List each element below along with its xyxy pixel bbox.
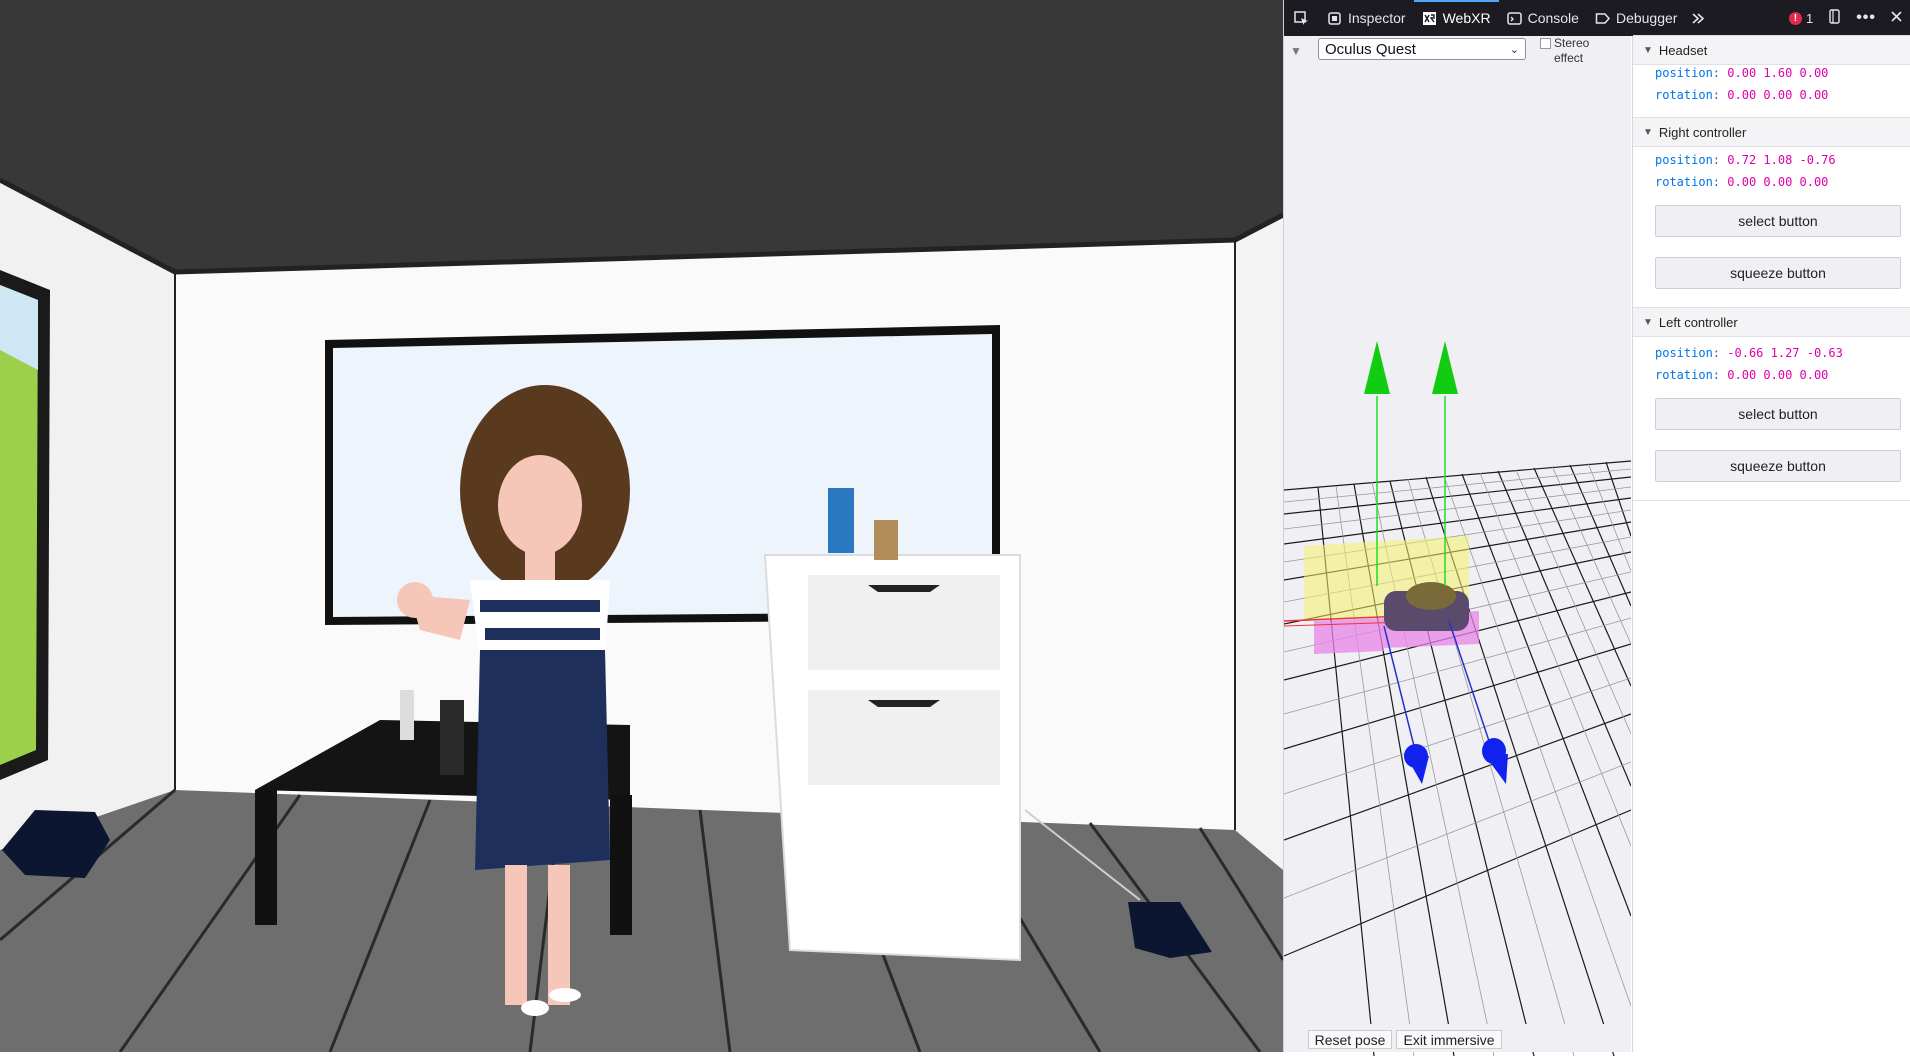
section-header-left-controller[interactable]: ▼ Left controller [1633, 307, 1910, 337]
reset-pose-button[interactable]: Reset pose [1308, 1030, 1392, 1049]
section-divider [1633, 500, 1910, 501]
tab-label: Debugger [1615, 10, 1678, 26]
toolbar-right: ! 1 ••• [1788, 9, 1910, 27]
stereo-label: Stereo effect [1554, 36, 1590, 65]
left-controller-position-value[interactable]: -0.66 1.27 -0.63 [1727, 346, 1843, 360]
devtools-panel: Inspector WebXR Console Debugger ! 1 •••… [1283, 0, 1910, 1057]
inspector-icon [1327, 11, 1342, 26]
rotation-key: rotation: [1655, 175, 1721, 189]
close-icon[interactable] [1890, 10, 1903, 26]
expand-triangle-icon: ▼ [1643, 126, 1653, 138]
element-picker-button[interactable] [1284, 0, 1319, 36]
tab-label: Inspector [1348, 10, 1406, 26]
section-header-headset[interactable]: ▼ Headset [1633, 35, 1910, 65]
picker-icon [1294, 10, 1309, 26]
left-controller-rotation-row: rotation: 0.00 0.00 0.00 [1655, 368, 1828, 382]
chevron-down-icon: ⌄ [1509, 43, 1519, 56]
section-title: Headset [1658, 42, 1708, 58]
responsive-design-icon[interactable] [1827, 9, 1842, 27]
vr-scene-viewport[interactable] [0, 0, 1283, 1052]
tab-console[interactable]: Console [1499, 0, 1587, 36]
left-select-button[interactable]: select button [1655, 398, 1901, 430]
console-icon [1506, 11, 1522, 26]
more-options-icon[interactable]: ••• [1856, 9, 1876, 27]
collapse-toggle-icon[interactable]: ▼ [1290, 44, 1302, 58]
exit-immersive-button[interactable]: Exit immersive [1396, 1030, 1502, 1049]
debugger-icon [1595, 11, 1610, 26]
devtools-toolbar: Inspector WebXR Console Debugger ! 1 ••• [1284, 0, 1910, 36]
expand-triangle-icon: ▼ [1643, 316, 1653, 328]
position-key: position: [1655, 346, 1721, 360]
right-controller-position-row: position: 0.72 1.08 -0.76 [1655, 153, 1836, 167]
position-key: position: [1655, 153, 1721, 167]
error-count: 1 [1805, 10, 1814, 26]
chevron-double-right-icon [1691, 11, 1706, 26]
device-row: ▼ Oculus Quest ⌄ Stereo effect [1284, 36, 1631, 66]
section-header-right-controller[interactable]: ▼ Right controller [1633, 117, 1910, 147]
device-select-value: Oculus Quest [1325, 40, 1416, 58]
error-count-badge[interactable]: ! 1 [1788, 10, 1814, 26]
expand-triangle-icon: ▼ [1643, 44, 1653, 56]
stereo-effect-toggle[interactable]: Stereo effect [1540, 36, 1610, 66]
tab-debugger[interactable]: Debugger [1587, 0, 1686, 36]
headset-position-value[interactable]: 0.00 1.60 0.00 [1727, 66, 1828, 80]
right-controller-position-value[interactable]: 0.72 1.08 -0.76 [1727, 153, 1835, 167]
section-title: Right controller [1658, 124, 1747, 140]
emulator-3d-viewport[interactable] [1283, 66, 1632, 1057]
webxr-emulator-pane: ▼ Oculus Quest ⌄ Stereo effect Reset pos… [1283, 36, 1632, 1057]
right-squeeze-button[interactable]: squeeze button [1655, 257, 1901, 289]
headset-rotation-value[interactable]: 0.00 0.00 0.00 [1727, 88, 1828, 102]
right-controller-rotation-row: rotation: 0.00 0.00 0.00 [1655, 175, 1828, 189]
tab-label: WebXR [1442, 10, 1491, 26]
emulator-grid [1283, 341, 1632, 1057]
stereo-checkbox[interactable] [1540, 38, 1551, 49]
pose-controls: Reset pose Exit immersive [1284, 1024, 1631, 1052]
more-tabs-button[interactable] [1685, 0, 1712, 36]
rotation-key: rotation: [1655, 88, 1721, 102]
right-select-button[interactable]: select button [1655, 205, 1901, 237]
right-controller-rotation-value[interactable]: 0.00 0.00 0.00 [1727, 175, 1828, 189]
position-key: position: [1655, 66, 1721, 80]
device-select[interactable]: Oculus Quest ⌄ [1318, 38, 1526, 60]
webxr-icon [1422, 11, 1437, 26]
left-controller-rotation-value[interactable]: 0.00 0.00 0.00 [1727, 368, 1828, 382]
error-icon: ! [1788, 11, 1802, 25]
tab-inspector[interactable]: Inspector [1319, 0, 1414, 36]
tab-webxr[interactable]: WebXR [1413, 0, 1499, 36]
device-properties-pane: ▼ Headset position: 0.00 1.60 0.00 rotat… [1632, 35, 1910, 1052]
left-controller-position-row: position: -0.66 1.27 -0.63 [1655, 346, 1843, 360]
tab-label: Console [1527, 10, 1579, 26]
rotation-key: rotation: [1655, 368, 1721, 382]
scene-render [0, 0, 1283, 1052]
left-squeeze-button[interactable]: squeeze button [1655, 450, 1901, 482]
headset-rotation-row: rotation: 0.00 0.00 0.00 [1655, 88, 1828, 102]
headset-position-row: position: 0.00 1.60 0.00 [1655, 66, 1828, 80]
section-title: Left controller [1658, 314, 1738, 330]
